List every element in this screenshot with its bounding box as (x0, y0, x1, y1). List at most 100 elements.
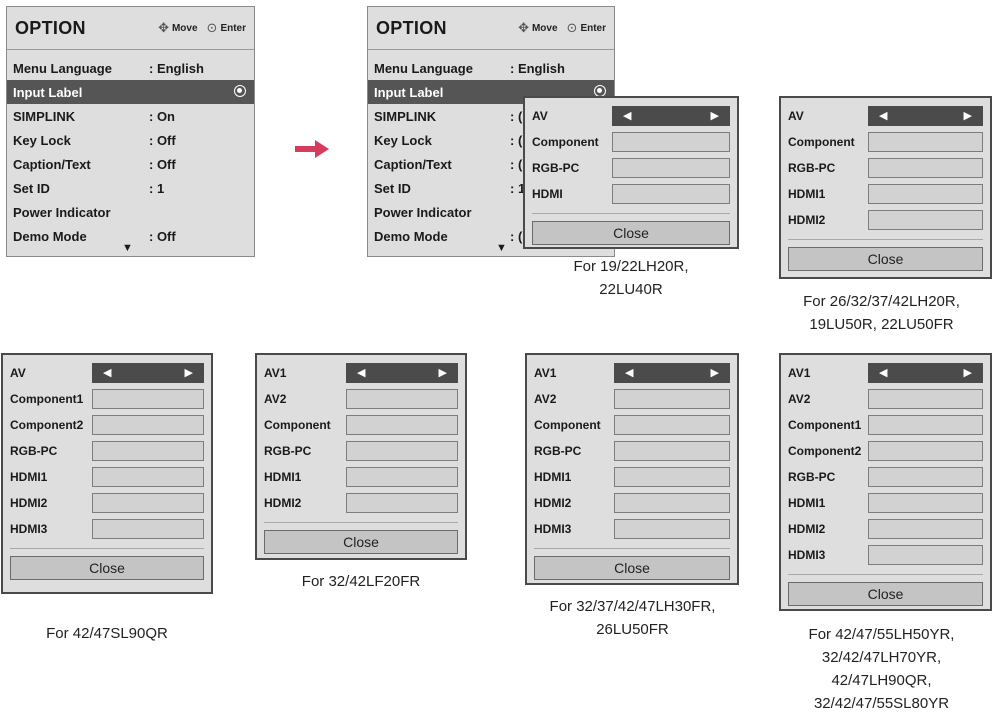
input-row[interactable]: Component (788, 129, 983, 155)
close-button[interactable]: Close (788, 582, 983, 606)
label-selector-active[interactable]: ◀ ▶ (92, 363, 204, 383)
menu-item-set-id[interactable]: Set ID: 1 (7, 176, 254, 200)
input-row[interactable]: HDMI2 (10, 490, 204, 516)
input-row[interactable]: AV2 (264, 386, 458, 412)
menu-item-power-indicator[interactable]: Power Indicator (7, 200, 254, 224)
menu-item-menu-language[interactable]: Menu Language: English (7, 56, 254, 80)
menu-item-input-label[interactable]: Input Label (7, 80, 254, 104)
label-field[interactable] (612, 132, 730, 152)
input-row[interactable]: RGB-PC (10, 438, 204, 464)
input-row[interactable]: RGB-PC (788, 155, 983, 181)
input-row[interactable]: RGB-PC (532, 155, 730, 181)
left-arrow-icon[interactable]: ◀ (625, 366, 633, 379)
input-row[interactable]: HDMI3 (10, 516, 204, 542)
label-field[interactable] (868, 132, 983, 152)
input-row[interactable]: HDMI2 (788, 207, 983, 233)
label-field[interactable] (868, 210, 983, 230)
input-row[interactable]: HDMI2 (264, 490, 458, 516)
input-row[interactable]: AV1 ◀ ▶ (264, 360, 458, 386)
input-row[interactable]: AV2 (788, 386, 983, 412)
label-field[interactable] (868, 415, 983, 435)
input-row[interactable]: HDMI1 (534, 464, 730, 490)
label-field[interactable] (868, 441, 983, 461)
label-selector-active[interactable]: ◀ ▶ (346, 363, 458, 383)
label-field[interactable] (346, 467, 458, 487)
label-field[interactable] (92, 389, 204, 409)
input-row[interactable]: RGB-PC (534, 438, 730, 464)
label-field[interactable] (92, 467, 204, 487)
label-selector-active[interactable]: ◀ ▶ (868, 106, 983, 126)
input-row[interactable]: HDMI1 (788, 181, 983, 207)
label-field[interactable] (614, 467, 730, 487)
down-triangle-icon[interactable]: ▼ (496, 242, 507, 254)
menu-item-caption-text[interactable]: Caption/Text: Off (7, 152, 254, 176)
label-field[interactable] (612, 158, 730, 178)
input-row[interactable]: HDMI2 (534, 490, 730, 516)
input-row[interactable]: Component1 (788, 412, 983, 438)
input-row[interactable]: HDMI1 (10, 464, 204, 490)
label-field[interactable] (92, 493, 204, 513)
right-arrow-icon[interactable]: ▶ (711, 109, 719, 122)
input-row[interactable]: RGB-PC (788, 464, 983, 490)
right-arrow-icon[interactable]: ▶ (964, 366, 972, 379)
input-row[interactable]: Component2 (788, 438, 983, 464)
input-row[interactable]: AV2 (534, 386, 730, 412)
label-field[interactable] (92, 415, 204, 435)
input-row[interactable]: Component (534, 412, 730, 438)
close-button[interactable]: Close (534, 556, 730, 580)
close-button[interactable]: Close (788, 247, 983, 271)
label-field[interactable] (346, 441, 458, 461)
left-arrow-icon[interactable]: ◀ (879, 109, 887, 122)
label-field[interactable] (346, 493, 458, 513)
input-row[interactable]: AV ◀ ▶ (532, 103, 730, 129)
menu-item-key-lock[interactable]: Key Lock: Off (7, 128, 254, 152)
right-arrow-icon[interactable]: ▶ (964, 109, 972, 122)
input-row[interactable]: HDMI3 (788, 542, 983, 568)
menu-item-menu-language[interactable]: Menu Language: English (368, 56, 614, 80)
label-field[interactable] (614, 441, 730, 461)
left-arrow-icon[interactable]: ◀ (879, 366, 887, 379)
input-row[interactable]: HDMI2 (788, 516, 983, 542)
close-button[interactable]: Close (264, 530, 458, 554)
label-field[interactable] (614, 519, 730, 539)
label-field[interactable] (868, 467, 983, 487)
label-field[interactable] (614, 415, 730, 435)
input-row[interactable]: HDMI1 (788, 490, 983, 516)
label-field[interactable] (868, 158, 983, 178)
input-row[interactable]: RGB-PC (264, 438, 458, 464)
label-field[interactable] (612, 184, 730, 204)
input-row[interactable]: HDMI3 (534, 516, 730, 542)
left-arrow-icon[interactable]: ◀ (357, 366, 365, 379)
label-field[interactable] (614, 493, 730, 513)
label-field[interactable] (92, 441, 204, 461)
right-arrow-icon[interactable]: ▶ (185, 366, 193, 379)
input-row[interactable]: HDMI (532, 181, 730, 207)
label-selector-active[interactable]: ◀ ▶ (614, 363, 730, 383)
close-button[interactable]: Close (532, 221, 730, 245)
input-row[interactable]: HDMI1 (264, 464, 458, 490)
label-field[interactable] (868, 493, 983, 513)
input-row[interactable]: Component2 (10, 412, 204, 438)
label-field[interactable] (346, 389, 458, 409)
label-field[interactable] (614, 389, 730, 409)
down-triangle-icon[interactable]: ▼ (122, 242, 133, 254)
close-button[interactable]: Close (10, 556, 204, 580)
label-selector-active[interactable]: ◀ ▶ (612, 106, 730, 126)
left-arrow-icon[interactable]: ◀ (623, 109, 631, 122)
label-field[interactable] (868, 545, 983, 565)
input-row[interactable]: Component (264, 412, 458, 438)
label-field[interactable] (92, 519, 204, 539)
input-row[interactable]: Component1 (10, 386, 204, 412)
input-row[interactable]: AV1 ◀ ▶ (788, 360, 983, 386)
label-field[interactable] (868, 184, 983, 204)
input-row[interactable]: AV ◀ ▶ (10, 360, 204, 386)
label-field[interactable] (868, 389, 983, 409)
left-arrow-icon[interactable]: ◀ (103, 366, 111, 379)
input-row[interactable]: AV1 ◀ ▶ (534, 360, 730, 386)
right-arrow-icon[interactable]: ▶ (439, 366, 447, 379)
right-arrow-icon[interactable]: ▶ (711, 366, 719, 379)
label-field[interactable] (346, 415, 458, 435)
label-field[interactable] (868, 519, 983, 539)
input-row[interactable]: Component (532, 129, 730, 155)
input-row[interactable]: AV ◀ ▶ (788, 103, 983, 129)
